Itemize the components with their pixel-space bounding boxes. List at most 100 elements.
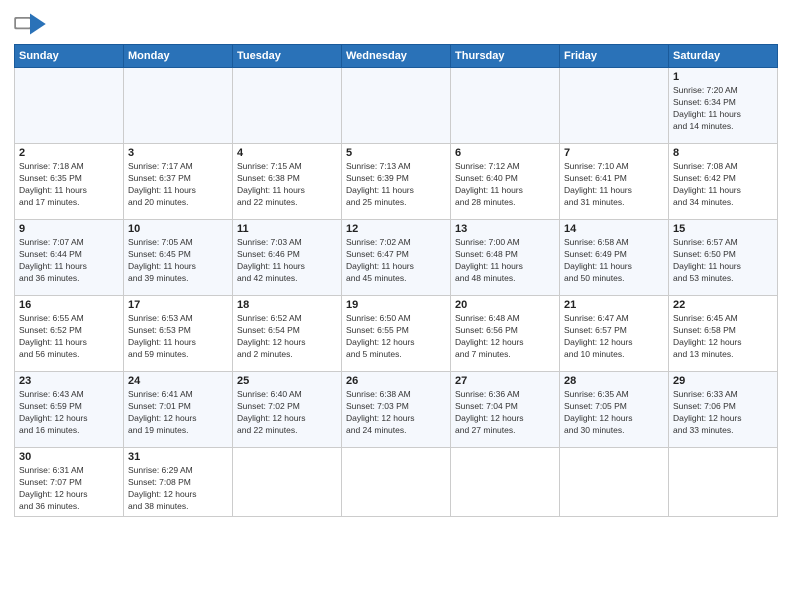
calendar-body: 1 Sunrise: 7:20 AM Sunset: 6:34 PM Daylig…	[15, 68, 778, 517]
day-cell: 27Sunrise: 6:36 AM Sunset: 7:04 PM Dayli…	[451, 372, 560, 448]
day-cell	[669, 448, 778, 517]
day-cell: 11 Sunrise: 7:03 AM Sunset: 6:46 PM Dayli…	[233, 220, 342, 296]
day-number: 26	[346, 375, 446, 387]
day-number: 11	[237, 223, 337, 235]
day-info: Sunrise: 7:12 AM Sunset: 6:40 PM Dayligh…	[455, 161, 555, 209]
day-cell	[342, 448, 451, 517]
day-info: Sunrise: 7:13 AM Sunset: 6:39 PM Dayligh…	[346, 161, 446, 209]
day-info: Sunrise: 7:10 AM Sunset: 6:41 PM Dayligh…	[564, 161, 664, 209]
day-cell: 12Sunrise: 7:02 AM Sunset: 6:47 PM Dayli…	[342, 220, 451, 296]
header-cell-tuesday: Tuesday	[233, 45, 342, 68]
header-cell-sunday: Sunday	[15, 45, 124, 68]
day-number: 7	[564, 147, 664, 159]
day-number: 5	[346, 147, 446, 159]
day-info: Sunrise: 6:43 AM Sunset: 6:59 PM Dayligh…	[19, 389, 119, 437]
day-info: Sunrise: 7:18 AM Sunset: 6:35 PM Dayligh…	[19, 161, 119, 209]
day-info: Sunrise: 6:40 AM Sunset: 7:02 PM Dayligh…	[237, 389, 337, 437]
day-cell: 23 Sunrise: 6:43 AM Sunset: 6:59 PM Dayli…	[15, 372, 124, 448]
day-number: 28	[564, 375, 664, 387]
day-number: 29	[673, 375, 773, 387]
day-cell: 4Sunrise: 7:15 AM Sunset: 6:38 PM Daylig…	[233, 144, 342, 220]
day-number: 13	[455, 223, 555, 235]
day-cell: 21Sunrise: 6:47 AM Sunset: 6:57 PM Dayli…	[560, 296, 669, 372]
day-number: 6	[455, 147, 555, 159]
day-cell	[342, 68, 451, 144]
day-cell: 22 Sunrise: 6:45 AM Sunset: 6:58 PM Dayli…	[669, 296, 778, 372]
day-cell	[560, 448, 669, 517]
day-number: 15	[673, 223, 773, 235]
day-cell: 2 Sunrise: 7:18 AM Sunset: 6:35 PM Daylig…	[15, 144, 124, 220]
day-info: Sunrise: 7:08 AM Sunset: 6:42 PM Dayligh…	[673, 161, 773, 209]
day-number: 10	[128, 223, 228, 235]
day-cell: 20 Sunrise: 6:48 AM Sunset: 6:56 PM Dayli…	[451, 296, 560, 372]
day-cell	[451, 448, 560, 517]
header	[14, 10, 778, 38]
day-number: 2	[19, 147, 119, 159]
day-cell: 9 Sunrise: 7:07 AM Sunset: 6:44 PM Daylig…	[15, 220, 124, 296]
day-info: Sunrise: 6:48 AM Sunset: 6:56 PM Dayligh…	[455, 313, 555, 361]
logo-icon	[14, 10, 46, 38]
day-number: 20	[455, 299, 555, 311]
day-cell: 26Sunrise: 6:38 AM Sunset: 7:03 PM Dayli…	[342, 372, 451, 448]
day-number: 12	[346, 223, 446, 235]
day-cell: 6 Sunrise: 7:12 AM Sunset: 6:40 PM Daylig…	[451, 144, 560, 220]
header-cell-thursday: Thursday	[451, 45, 560, 68]
calendar-header: SundayMondayTuesdayWednesdayThursdayFrid…	[15, 45, 778, 68]
day-number: 24	[128, 375, 228, 387]
calendar-table: SundayMondayTuesdayWednesdayThursdayFrid…	[14, 44, 778, 517]
week-row-6: 30Sunrise: 6:31 AM Sunset: 7:07 PM Dayli…	[15, 448, 778, 517]
day-info: Sunrise: 7:00 AM Sunset: 6:48 PM Dayligh…	[455, 237, 555, 285]
day-cell	[451, 68, 560, 144]
day-cell	[233, 448, 342, 517]
day-cell	[233, 68, 342, 144]
day-cell: 8 Sunrise: 7:08 AM Sunset: 6:42 PM Daylig…	[669, 144, 778, 220]
day-info: Sunrise: 7:20 AM Sunset: 6:34 PM Dayligh…	[673, 85, 773, 133]
day-info: Sunrise: 6:58 AM Sunset: 6:49 PM Dayligh…	[564, 237, 664, 285]
week-row-1: 1 Sunrise: 7:20 AM Sunset: 6:34 PM Daylig…	[15, 68, 778, 144]
day-info: Sunrise: 6:41 AM Sunset: 7:01 PM Dayligh…	[128, 389, 228, 437]
week-row-5: 23 Sunrise: 6:43 AM Sunset: 6:59 PM Dayli…	[15, 372, 778, 448]
day-number: 30	[19, 451, 119, 463]
page: SundayMondayTuesdayWednesdayThursdayFrid…	[0, 0, 792, 612]
day-cell: 19Sunrise: 6:50 AM Sunset: 6:55 PM Dayli…	[342, 296, 451, 372]
day-info: Sunrise: 6:53 AM Sunset: 6:53 PM Dayligh…	[128, 313, 228, 361]
day-number: 25	[237, 375, 337, 387]
day-number: 9	[19, 223, 119, 235]
header-cell-friday: Friday	[560, 45, 669, 68]
day-info: Sunrise: 6:57 AM Sunset: 6:50 PM Dayligh…	[673, 237, 773, 285]
day-cell: 7 Sunrise: 7:10 AM Sunset: 6:41 PM Daylig…	[560, 144, 669, 220]
day-info: Sunrise: 6:35 AM Sunset: 7:05 PM Dayligh…	[564, 389, 664, 437]
day-number: 16	[19, 299, 119, 311]
day-number: 14	[564, 223, 664, 235]
day-cell: 24 Sunrise: 6:41 AM Sunset: 7:01 PM Dayli…	[124, 372, 233, 448]
header-cell-wednesday: Wednesday	[342, 45, 451, 68]
day-info: Sunrise: 6:45 AM Sunset: 6:58 PM Dayligh…	[673, 313, 773, 361]
day-info: Sunrise: 6:52 AM Sunset: 6:54 PM Dayligh…	[237, 313, 337, 361]
day-info: Sunrise: 6:36 AM Sunset: 7:04 PM Dayligh…	[455, 389, 555, 437]
day-cell: 10 Sunrise: 7:05 AM Sunset: 6:45 PM Dayli…	[124, 220, 233, 296]
day-cell: 25 Sunrise: 6:40 AM Sunset: 7:02 PM Dayli…	[233, 372, 342, 448]
day-number: 8	[673, 147, 773, 159]
day-cell: 3Sunrise: 7:17 AM Sunset: 6:37 PM Daylig…	[124, 144, 233, 220]
day-info: Sunrise: 7:03 AM Sunset: 6:46 PM Dayligh…	[237, 237, 337, 285]
day-number: 17	[128, 299, 228, 311]
day-info: Sunrise: 6:33 AM Sunset: 7:06 PM Dayligh…	[673, 389, 773, 437]
day-cell: 13 Sunrise: 7:00 AM Sunset: 6:48 PM Dayli…	[451, 220, 560, 296]
day-info: Sunrise: 7:05 AM Sunset: 6:45 PM Dayligh…	[128, 237, 228, 285]
day-number: 1	[673, 71, 773, 83]
week-row-4: 16Sunrise: 6:55 AM Sunset: 6:52 PM Dayli…	[15, 296, 778, 372]
day-cell	[124, 68, 233, 144]
day-cell: 16Sunrise: 6:55 AM Sunset: 6:52 PM Dayli…	[15, 296, 124, 372]
day-cell: 18Sunrise: 6:52 AM Sunset: 6:54 PM Dayli…	[233, 296, 342, 372]
day-number: 22	[673, 299, 773, 311]
day-info: Sunrise: 7:07 AM Sunset: 6:44 PM Dayligh…	[19, 237, 119, 285]
day-cell: 15 Sunrise: 6:57 AM Sunset: 6:50 PM Dayli…	[669, 220, 778, 296]
day-cell: 29 Sunrise: 6:33 AM Sunset: 7:06 PM Dayli…	[669, 372, 778, 448]
day-number: 3	[128, 147, 228, 159]
day-number: 19	[346, 299, 446, 311]
day-number: 21	[564, 299, 664, 311]
day-number: 23	[19, 375, 119, 387]
header-cell-saturday: Saturday	[669, 45, 778, 68]
day-cell: 14 Sunrise: 6:58 AM Sunset: 6:49 PM Dayli…	[560, 220, 669, 296]
day-number: 31	[128, 451, 228, 463]
